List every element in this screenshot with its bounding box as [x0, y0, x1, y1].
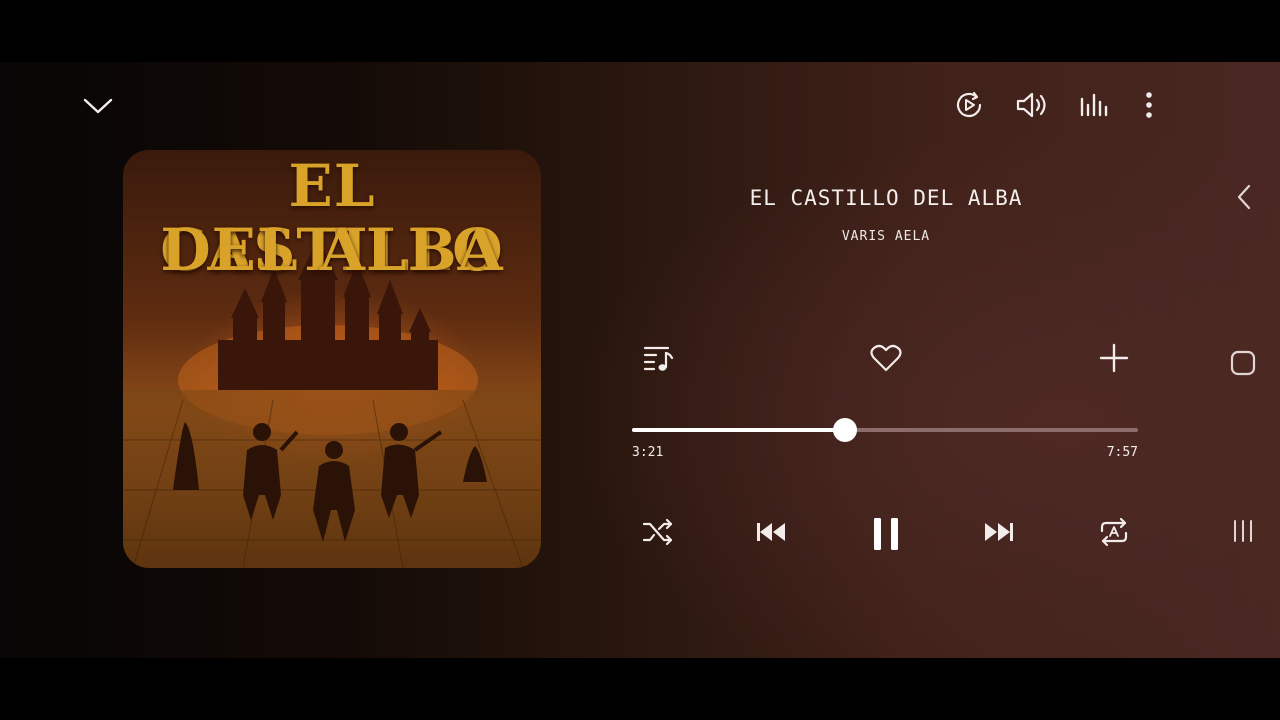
equalizer-button[interactable]	[1074, 86, 1112, 124]
shuffle-icon	[642, 518, 673, 546]
back-button[interactable]	[1228, 180, 1260, 214]
more-options-button[interactable]	[1134, 86, 1164, 124]
chevron-down-icon	[83, 98, 113, 114]
play-video-icon	[956, 91, 982, 118]
seek-bar-progress	[632, 428, 845, 432]
nav-recents-button[interactable]	[1226, 514, 1260, 548]
queue-button[interactable]	[638, 338, 678, 378]
like-button[interactable]	[866, 338, 906, 378]
pause-button[interactable]	[864, 512, 908, 556]
volume-button[interactable]	[1012, 86, 1050, 124]
track-title: EL CASTILLO DEL ALBA	[749, 186, 1023, 210]
equalizer-icon	[1080, 93, 1108, 117]
total-time: 7:57	[1106, 445, 1138, 460]
elapsed-time: 3:21	[632, 445, 664, 460]
add-to-playlist-button[interactable]	[1094, 338, 1134, 378]
video-button[interactable]	[950, 86, 988, 124]
album-art: EL CASTILLO DEL ALBA	[123, 150, 541, 568]
more-vertical-icon	[1146, 92, 1152, 118]
track-artist[interactable]: VARIS AELA	[640, 229, 1132, 244]
repeat-button[interactable]	[1094, 512, 1134, 552]
nav-recents-icon	[1234, 520, 1252, 542]
volume-icon	[1016, 92, 1046, 118]
nav-home-button[interactable]	[1226, 346, 1260, 380]
seek-bar[interactable]	[632, 418, 1138, 442]
previous-button[interactable]	[750, 512, 792, 552]
pause-icon	[874, 518, 898, 550]
plus-icon	[1099, 343, 1129, 373]
player-screen: EL CASTILLO DEL ALBA EL CASTILLO DEL ALB…	[0, 62, 1280, 658]
queue-music-icon	[643, 346, 674, 371]
nav-home-icon	[1230, 350, 1256, 376]
chevron-left-icon	[1237, 184, 1251, 210]
skip-previous-icon	[757, 523, 785, 541]
seek-bar-thumb[interactable]	[832, 418, 857, 442]
shuffle-button[interactable]	[638, 512, 678, 552]
heart-icon	[870, 344, 902, 372]
skip-next-icon	[985, 523, 1013, 541]
next-button[interactable]	[978, 512, 1020, 552]
collapse-button[interactable]	[80, 90, 116, 122]
repeat-all-icon	[1100, 517, 1128, 547]
album-art-title-line2: DEL ALBA	[160, 216, 504, 284]
